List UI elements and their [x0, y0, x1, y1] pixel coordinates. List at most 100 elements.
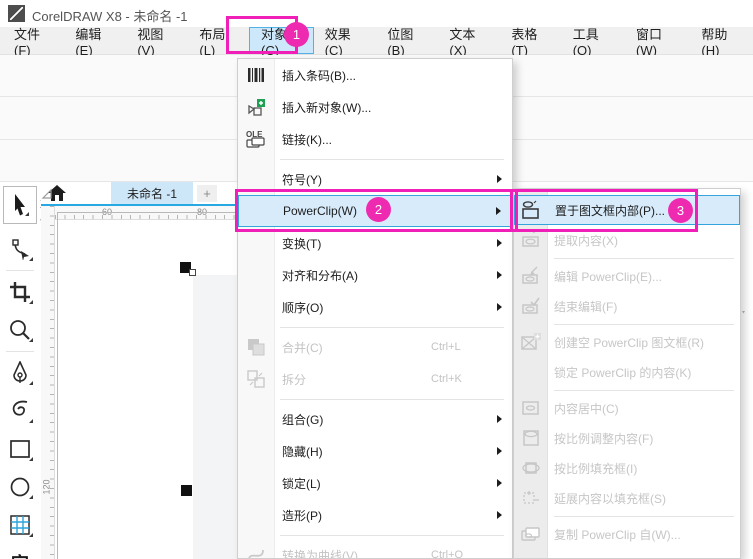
submenu-arrow-icon: [497, 511, 502, 519]
menu-help[interactable]: 帮助(H): [690, 27, 753, 58]
toolbox-separator: [6, 351, 34, 352]
menu-object[interactable]: 对象(C): [249, 27, 314, 58]
submenu-arrow-icon: [497, 271, 502, 279]
ruler-ticks: [55, 215, 237, 219]
convert-curves-icon: [238, 545, 274, 558]
curve-icon: [12, 400, 28, 416]
menu-item-order[interactable]: 顺序(O): [238, 291, 512, 323]
pen-tool[interactable]: [0, 354, 40, 392]
rectangle-tool[interactable]: [0, 430, 40, 468]
zoom-tool[interactable]: [0, 311, 40, 349]
new-document-tab-button[interactable]: +: [197, 185, 217, 202]
menu-text[interactable]: 文本(X): [438, 27, 500, 58]
document-tab[interactable]: 未命名 -1: [111, 182, 193, 204]
flyout-marker-icon: [29, 457, 33, 461]
submenu-item-fit-contents: 按比例调整内容(F): [514, 423, 740, 453]
break-apart-icon: [238, 369, 274, 389]
menu-bar: 文件(F) 编辑(E) 视图(V) 布局(L) 对象(C) 效果(C) 位图(B…: [0, 27, 753, 58]
crop-tool[interactable]: [0, 273, 40, 311]
submenu-item-extract-contents: 提取内容(X): [514, 225, 740, 255]
menu-item-break-apart: 拆分 Ctrl+K: [238, 363, 512, 395]
menu-item-shaping[interactable]: 造形(P): [238, 499, 512, 531]
submenu-item-place-inside-frame[interactable]: 置于图文框内部(P)...: [514, 195, 740, 225]
flyout-marker-icon: [29, 300, 33, 304]
menu-tools[interactable]: 工具(O): [562, 27, 625, 58]
fit-contents-icon: [514, 428, 547, 448]
flyout-marker-icon: [29, 381, 33, 385]
submenu-item-edit-powerclip: 编辑 PowerClip(E)...: [514, 261, 740, 291]
menu-effects[interactable]: 效果(C): [314, 27, 377, 58]
menu-item-lock[interactable]: 锁定(L): [238, 467, 512, 499]
menu-item-insert-new-object[interactable]: 插入新对象(W)...: [238, 91, 512, 123]
menu-item-transformations[interactable]: 变换(T): [238, 227, 512, 259]
freehand-tool[interactable]: [0, 392, 40, 430]
submenu-arrow-icon: [497, 415, 502, 423]
menu-item-insert-barcode[interactable]: 插入条码(B)...: [238, 59, 512, 91]
toolbox-separator: [6, 270, 34, 271]
edit-node[interactable]: [189, 269, 196, 276]
menu-item-align-distribute[interactable]: 对齐和分布(A): [238, 259, 512, 291]
text-tool-glyph: 字: [11, 550, 29, 559]
menu-item-powerclip[interactable]: PowerClip(W): [238, 195, 512, 227]
object-menu-dropdown: 插入条码(B)... 插入新对象(W)... OLE 链接(K)... 符号(Y…: [237, 58, 513, 559]
menu-item-group[interactable]: 组合(G): [238, 403, 512, 435]
create-empty-frame-icon: [514, 332, 547, 352]
barcode-icon: [238, 65, 274, 85]
shape-tool[interactable]: [0, 230, 40, 268]
submenu-arrow-icon: [497, 479, 502, 487]
menu-item-hide[interactable]: 隐藏(H): [238, 435, 512, 467]
submenu-arrow-icon: [496, 207, 501, 215]
flyout-marker-icon: [25, 212, 29, 216]
menu-separator: [238, 155, 512, 163]
extract-contents-icon: [514, 230, 547, 250]
menu-item-links[interactable]: OLE 链接(K)...: [238, 123, 512, 155]
menu-separator: [238, 323, 512, 331]
flyout-marker-icon: [29, 338, 33, 342]
placed-object-region: [193, 275, 237, 559]
selection-handle[interactable]: [181, 485, 192, 496]
submenu-arrow-icon: [497, 303, 502, 311]
submenu-item-center-contents: 内容居中(C): [514, 393, 740, 423]
menu-table[interactable]: 表格(T): [500, 27, 561, 58]
menu-view[interactable]: 视图(V): [126, 27, 188, 58]
menu-file[interactable]: 文件(F): [3, 27, 64, 58]
grid-table-icon: [10, 515, 30, 535]
menu-item-symbol[interactable]: 符号(Y): [238, 163, 512, 195]
menu-edit[interactable]: 编辑(E): [64, 27, 126, 58]
stretch-contents-icon: [514, 488, 547, 508]
center-contents-icon: [514, 398, 547, 418]
graph-paper-tool[interactable]: [0, 506, 40, 544]
edit-powerclip-icon: [514, 266, 547, 286]
flyout-marker-icon: [29, 495, 33, 499]
pen-nib-icon: [13, 361, 27, 383]
ellipse-tool[interactable]: [0, 468, 40, 506]
ruler-label-120: 120: [41, 479, 52, 495]
new-object-icon: [238, 97, 274, 117]
flyout-marker-icon: [29, 419, 33, 423]
ruler-ticks: [50, 206, 54, 559]
pick-tool[interactable]: [3, 186, 37, 224]
toolbox: 字: [0, 182, 40, 559]
place-inside-frame-icon: [515, 200, 548, 220]
coreldraw-window: CorelDRAW X8 - 未命名 -1 文件(F) 编辑(E) 视图(V) …: [0, 0, 753, 559]
fill-frame-icon: [514, 458, 547, 478]
menu-item-convert-to-curves: 转换为曲线(V) Ctrl+Q: [238, 539, 512, 558]
submenu-item-copy-powerclip-from: 复制 PowerClip 自(W)...: [514, 519, 740, 549]
menu-bitmaps[interactable]: 位图(B): [376, 27, 438, 58]
magnifier-icon: [10, 320, 30, 340]
text-tool[interactable]: 字: [0, 544, 40, 559]
rectangle-icon: [10, 440, 30, 458]
ole-link-icon: OLE: [238, 129, 274, 149]
submenu-item-lock-contents: 锁定 PowerClip 的内容(K): [554, 365, 692, 380]
menu-window[interactable]: 窗口(W): [625, 27, 690, 58]
menu-item-combine: 合并(C) Ctrl+L: [238, 331, 512, 363]
powerclip-submenu: 置于图文框内部(P)... 提取内容(X) 编辑 PowerClip(E)...…: [513, 188, 741, 559]
ellipse-icon: [10, 477, 30, 497]
submenu-item-create-empty-frame: 创建空 PowerClip 图文框(R): [514, 327, 740, 357]
vertical-ruler: 120: [41, 206, 55, 559]
menu-layout[interactable]: 布局(L): [188, 27, 249, 58]
finish-editing-icon: [514, 296, 547, 316]
coreldraw-logo-icon: [8, 5, 25, 22]
combine-icon: [238, 337, 274, 357]
submenu-item-fill-frame: 按比例填充框(I): [514, 453, 740, 483]
